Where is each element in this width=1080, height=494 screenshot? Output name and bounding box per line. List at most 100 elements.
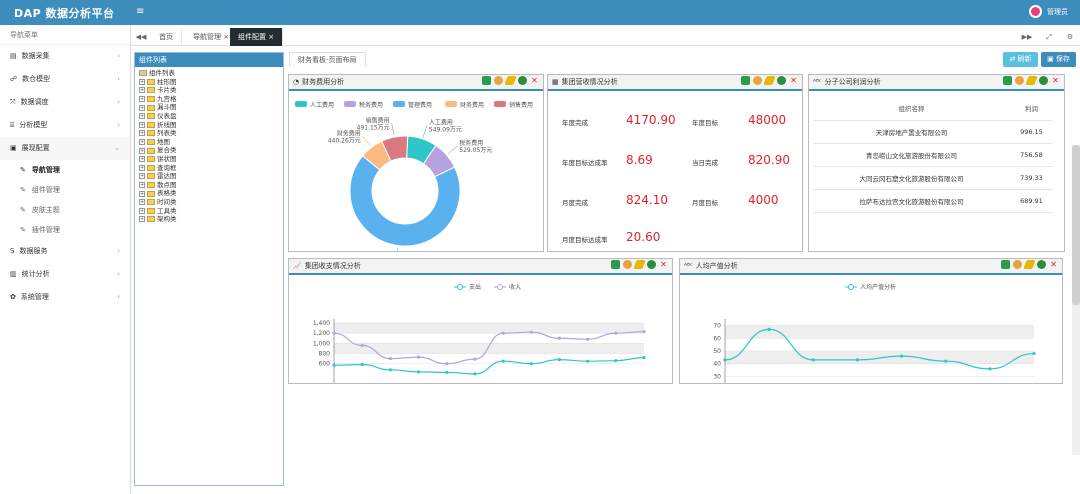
edit-icon[interactable] [1025, 76, 1038, 85]
data-point[interactable] [642, 356, 646, 360]
menu-toggle-icon[interactable]: ≡ [136, 6, 144, 17]
sidebar-item-5[interactable]: S 数据服务 ‹ [0, 240, 130, 263]
expand-icon[interactable]: + [139, 130, 145, 137]
table-row[interactable]: 拉萨布达拉宫文化旅游股份有限公司 689.91 [813, 189, 1053, 213]
expand-icon[interactable]: + [139, 104, 145, 111]
close-icon[interactable]: ✕ [1049, 260, 1058, 269]
save-button[interactable]: ▣ 保存 [1041, 52, 1076, 67]
refresh-icon[interactable] [777, 76, 786, 85]
data-point[interactable] [416, 370, 421, 374]
table-row[interactable]: 天津房地产置业有限公司 996.15 [813, 120, 1053, 144]
tree-node[interactable]: + 饼状图 [135, 155, 283, 164]
sidebar-item-1[interactable]: ☍ 数仓模型 ‹ [0, 68, 130, 91]
data-point[interactable] [416, 355, 421, 359]
refresh-icon[interactable] [518, 76, 527, 85]
user-menu[interactable]: 管理员 [1029, 5, 1068, 18]
data-point[interactable] [988, 367, 992, 371]
data-point[interactable] [557, 336, 562, 340]
sidebar-subitem-1[interactable]: ✎ 组件管理 [0, 180, 130, 200]
series-line[interactable] [333, 357, 645, 375]
refresh-icon[interactable] [647, 260, 656, 269]
scrollbar-thumb[interactable] [1072, 145, 1080, 305]
tree-node[interactable]: + 架构类 [135, 215, 283, 224]
expand-icon[interactable]: + [139, 182, 145, 189]
sidebar-item-0[interactable]: ▤ 数据采集 ‹ [0, 45, 130, 68]
data-point[interactable] [586, 337, 590, 341]
edit-icon[interactable] [763, 76, 776, 85]
layout-tab[interactable]: 财务看板-页面布局 [289, 52, 366, 67]
tree-node[interactable]: + 工具类 [135, 207, 283, 216]
tree-node[interactable]: + 时间类 [135, 198, 283, 207]
tree-node[interactable]: + 查询框 [135, 164, 283, 173]
data-point[interactable] [501, 359, 505, 363]
edit-icon[interactable] [633, 260, 646, 269]
data-point[interactable] [332, 331, 336, 335]
expand-icon[interactable]: + [139, 113, 145, 120]
config-icon[interactable] [753, 76, 762, 85]
expand-icon[interactable]: + [139, 199, 145, 206]
sidebar-item-4[interactable]: ▣ 展现配置 ⌄ [0, 137, 130, 160]
expand-icon[interactable]: + [139, 147, 145, 154]
close-icon[interactable]: ✕ [659, 260, 668, 269]
export-icon[interactable] [611, 260, 620, 269]
data-point[interactable] [855, 358, 860, 362]
tab-component-config[interactable]: 组件配置 × [230, 28, 284, 46]
data-point[interactable] [529, 330, 533, 334]
refresh-button[interactable]: ⇄ 刷新 [1003, 52, 1038, 67]
expand-icon[interactable]: + [139, 164, 145, 171]
settings-icon[interactable]: ⚙ [1060, 28, 1080, 46]
data-point[interactable] [557, 358, 562, 362]
data-point[interactable] [723, 358, 727, 362]
tree-node[interactable]: + 列表类 [135, 129, 283, 138]
data-point[interactable] [473, 372, 477, 376]
export-icon[interactable] [482, 76, 491, 85]
avatar[interactable] [1029, 5, 1042, 18]
data-point[interactable] [899, 354, 904, 358]
expand-icon[interactable]: + [139, 87, 145, 94]
expand-icon[interactable]: + [139, 121, 145, 128]
tab-home[interactable]: 首页 [151, 28, 182, 46]
config-icon[interactable] [1013, 260, 1022, 269]
table-row[interactable]: 大同云冈石窟文化旅游股份有限公司 739.33 [813, 166, 1053, 190]
canvas-scrollbar[interactable] [1072, 145, 1080, 455]
edit-icon[interactable] [504, 76, 517, 85]
config-icon[interactable] [494, 76, 503, 85]
sidebar-subitem-3[interactable]: ✎ 插件管理 [0, 220, 130, 240]
expand-icon[interactable]: + [139, 190, 145, 197]
data-point[interactable] [445, 362, 449, 366]
table-row[interactable]: 青岛崂山文化旅游股份有限公司 756.58 [813, 143, 1053, 167]
tree-node[interactable]: + 雷达图 [135, 172, 283, 181]
expand-icon[interactable]: + [139, 207, 145, 214]
data-point[interactable] [360, 343, 364, 347]
data-point[interactable] [586, 359, 590, 363]
sidebar-subitem-0[interactable]: ✎ 导航管理 [0, 160, 130, 180]
close-icon[interactable]: ✕ [530, 76, 539, 85]
data-point[interactable] [811, 358, 815, 362]
tab-scroll-left-icon[interactable]: ◀◀ [131, 28, 151, 46]
sidebar-item-6[interactable]: ▥ 统计分析 ‹ [0, 263, 130, 286]
tree-root[interactable]: 组件列表 [135, 69, 283, 78]
tree-node[interactable]: + 表格类 [135, 189, 283, 198]
export-icon[interactable] [1003, 76, 1012, 85]
tree-node[interactable]: + 仪表盘 [135, 112, 283, 121]
fullscreen-icon[interactable]: ⤢ [1039, 28, 1059, 46]
config-icon[interactable] [623, 260, 632, 269]
close-icon[interactable]: ✕ [1051, 76, 1060, 85]
data-point[interactable] [388, 357, 392, 361]
expand-icon[interactable]: + [139, 96, 145, 103]
expand-icon[interactable]: + [139, 78, 145, 85]
expand-icon[interactable]: + [139, 139, 145, 146]
edit-icon[interactable] [1023, 260, 1036, 269]
data-point[interactable] [473, 357, 477, 361]
expand-icon[interactable]: + [139, 156, 145, 163]
expand-icon[interactable]: + [139, 216, 145, 223]
user-name[interactable]: 管理员 [1047, 7, 1068, 17]
refresh-icon[interactable] [1039, 76, 1048, 85]
sidebar-subitem-2[interactable]: ✎ 皮肤主题 [0, 200, 130, 220]
data-point[interactable] [501, 331, 505, 335]
data-point[interactable] [388, 368, 392, 372]
export-icon[interactable] [741, 76, 750, 85]
refresh-icon[interactable] [1037, 260, 1046, 269]
data-point[interactable] [360, 362, 364, 367]
tree-node[interactable]: + 漏斗图 [135, 103, 283, 112]
